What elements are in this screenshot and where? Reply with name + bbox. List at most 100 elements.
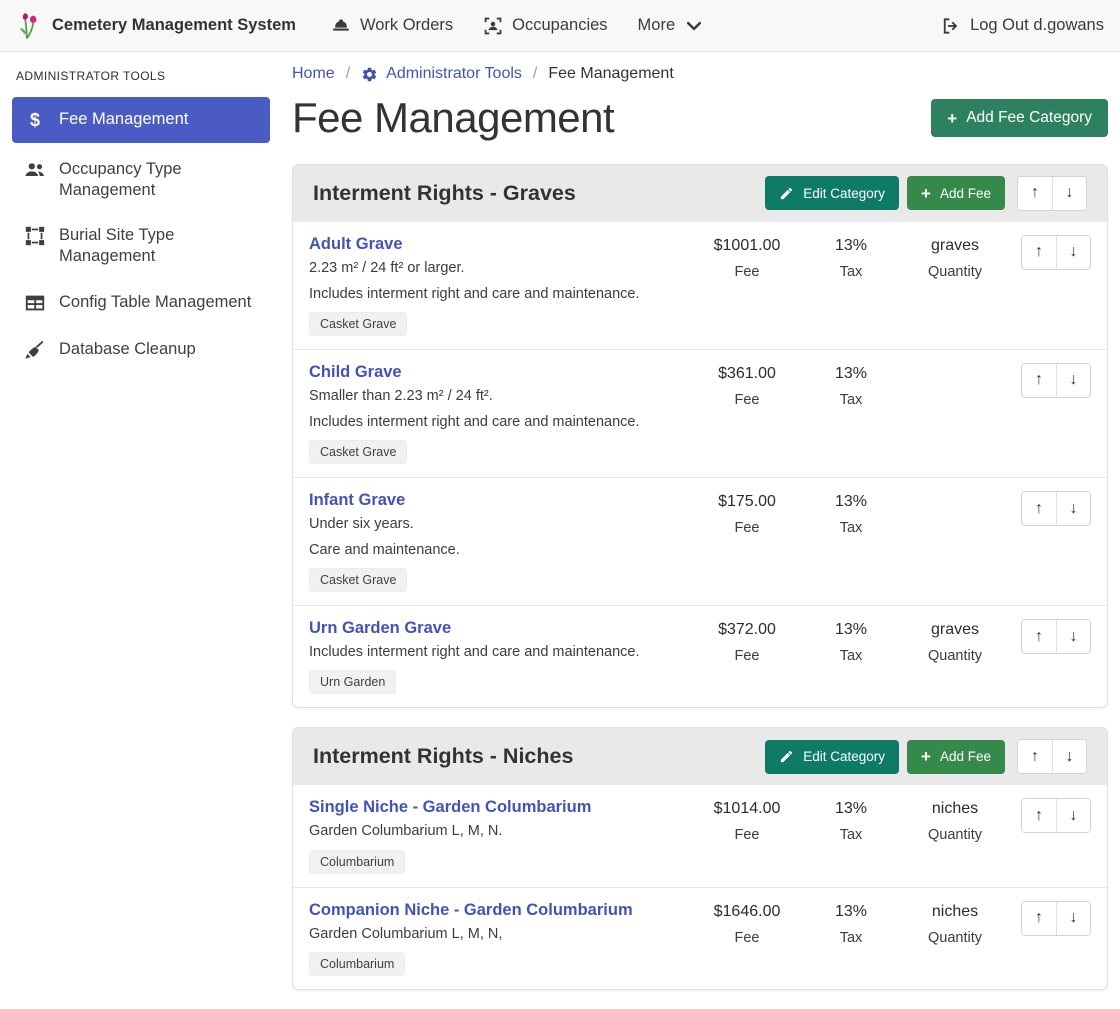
sidebar-item-fee-management[interactable]: $ Fee Management xyxy=(12,97,270,143)
category-title: Interment Rights - Graves xyxy=(313,181,757,206)
fee-tax-column: 13% Tax xyxy=(799,489,903,536)
fee-name-link[interactable]: Companion Niche - Garden Columbarium xyxy=(309,901,633,920)
chevron-down-icon xyxy=(684,16,704,36)
move-fee-down-button[interactable]: ↓ xyxy=(1056,799,1090,832)
category-title: Interment Rights - Niches xyxy=(313,744,757,769)
sidebar-menu: $ Fee Management Occupancy Type Manageme… xyxy=(12,97,270,370)
pencil-icon xyxy=(779,186,794,201)
fee-name-link[interactable]: Single Niche - Garden Columbarium xyxy=(309,798,591,817)
app-title: Cemetery Management System xyxy=(52,16,296,35)
fee-amount-label: Fee xyxy=(695,827,799,843)
fee-tax-value: 13% xyxy=(799,903,903,921)
add-fee-label: Add Fee xyxy=(940,186,991,201)
pencil-icon xyxy=(779,749,794,764)
fee-type-badge: Casket Grave xyxy=(309,568,407,592)
move-fee-down-button[interactable]: ↓ xyxy=(1056,364,1090,397)
app-brand[interactable]: Cemetery Management System xyxy=(16,11,296,41)
fee-amount-column: $372.00 Fee xyxy=(695,617,799,664)
category-fee-list: Adult Grave 2.23 m² / 24 ft² or larger. I… xyxy=(293,222,1107,708)
main-content: Home / Administrator Tools / Fee Managem… xyxy=(292,53,1108,1009)
broom-icon xyxy=(24,339,46,361)
fee-description: Garden Columbarium L, M, N, xyxy=(309,925,687,943)
fee-reorder-controls: ↑ ↓ xyxy=(1021,901,1091,936)
fee-type-badge: Urn Garden xyxy=(309,670,396,694)
fee-tax-value: 13% xyxy=(799,800,903,818)
sidebar-item-occupancy-type-management[interactable]: Occupancy Type Management xyxy=(12,150,270,209)
move-fee-down-button[interactable]: ↓ xyxy=(1056,902,1090,935)
add-fee-button[interactable]: + Add Fee xyxy=(907,176,1005,210)
fee-amount-label: Fee xyxy=(695,392,799,408)
add-fee-label: Add Fee xyxy=(940,749,991,764)
fee-name-link[interactable]: Infant Grave xyxy=(309,491,405,510)
breadcrumb-home-link[interactable]: Home xyxy=(292,65,335,83)
fee-type-badge: Casket Grave xyxy=(309,312,407,336)
fee-amount-value: $1001.00 xyxy=(695,237,799,255)
fee-name-link[interactable]: Urn Garden Grave xyxy=(309,619,451,638)
fee-description: Includes interment right and care and ma… xyxy=(309,285,687,303)
fee-description: Care and maintenance. xyxy=(309,541,687,559)
navbar-items: Work Orders Occupancies More xyxy=(318,8,717,44)
fee-tax-label: Tax xyxy=(799,648,903,664)
fee-reorder-controls: ↑ ↓ xyxy=(1021,798,1091,833)
fee-description: 2.23 m² / 24 ft² or larger. xyxy=(309,259,687,277)
fee-reorder-controls: ↑ ↓ xyxy=(1021,363,1091,398)
plus-icon: + xyxy=(947,110,957,127)
edit-category-button[interactable]: Edit Category xyxy=(765,740,899,774)
fee-description: Under six years. xyxy=(309,515,687,533)
add-fee-category-label: Add Fee Category xyxy=(966,109,1092,127)
fee-amount-value: $1014.00 xyxy=(695,800,799,818)
category-header: Interment Rights - Niches Edit Category … xyxy=(293,728,1107,785)
fee-description: Includes interment right and care and ma… xyxy=(309,643,687,661)
fee-quantity-label: Quantity xyxy=(903,930,1007,946)
move-fee-down-button[interactable]: ↓ xyxy=(1056,236,1090,269)
fee-amount-label: Fee xyxy=(695,648,799,664)
fee-tax-label: Tax xyxy=(799,930,903,946)
move-fee-up-button[interactable]: ↑ xyxy=(1022,902,1056,935)
move-category-down-button[interactable]: ↓ xyxy=(1052,177,1086,210)
sidebar-heading: ADMINISTRATOR TOOLS xyxy=(12,65,270,97)
edit-category-label: Edit Category xyxy=(803,749,885,764)
fee-description: Smaller than 2.23 m² / 24 ft². xyxy=(309,387,687,405)
move-category-down-button[interactable]: ↓ xyxy=(1052,740,1086,773)
tulip-logo-icon xyxy=(16,11,42,41)
add-fee-button[interactable]: + Add Fee xyxy=(907,740,1005,774)
sidebar-item-database-cleanup[interactable]: Database Cleanup xyxy=(12,330,270,370)
sidebar-item-config-table-management[interactable]: Config Table Management xyxy=(12,283,270,323)
top-navbar: Cemetery Management System Work Orders O… xyxy=(0,0,1120,52)
fee-type-badge: Columbarium xyxy=(309,850,405,874)
move-fee-up-button[interactable]: ↑ xyxy=(1022,492,1056,525)
sidebar: ADMINISTRATOR TOOLS $ Fee Management Occ… xyxy=(0,53,282,377)
frame-icon xyxy=(24,225,46,247)
sidebar-item-burial-site-type-management[interactable]: Burial Site Type Management xyxy=(12,216,270,275)
fee-amount-column: $175.00 Fee xyxy=(695,489,799,536)
fee-amount-value: $361.00 xyxy=(695,365,799,383)
edit-category-button[interactable]: Edit Category xyxy=(765,176,899,210)
move-fee-up-button[interactable]: ↑ xyxy=(1022,236,1056,269)
nav-item-work-orders[interactable]: Work Orders xyxy=(318,8,466,44)
fee-name-link[interactable]: Adult Grave xyxy=(309,235,403,254)
fee-row: Child Grave Smaller than 2.23 m² / 24 ft… xyxy=(293,350,1107,478)
nav-item-occupancies[interactable]: Occupancies xyxy=(470,8,620,44)
move-fee-up-button[interactable]: ↑ xyxy=(1022,799,1056,832)
nav-item-more[interactable]: More xyxy=(625,8,718,44)
move-fee-down-button[interactable]: ↓ xyxy=(1056,492,1090,525)
move-category-up-button[interactable]: ↑ xyxy=(1018,177,1052,210)
fee-amount-value: $175.00 xyxy=(695,493,799,511)
move-fee-up-button[interactable]: ↑ xyxy=(1022,620,1056,653)
fee-description: Garden Columbarium L, M, N. xyxy=(309,822,687,840)
move-fee-down-button[interactable]: ↓ xyxy=(1056,620,1090,653)
breadcrumb-separator: / xyxy=(533,65,537,83)
logout-button[interactable]: Log Out d.gowans xyxy=(928,8,1104,44)
add-fee-category-button[interactable]: + Add Fee Category xyxy=(931,99,1108,137)
move-category-up-button[interactable]: ↑ xyxy=(1018,740,1052,773)
fee-tax-value: 13% xyxy=(799,237,903,255)
fee-tax-column: 13% Tax xyxy=(799,617,903,664)
fee-reorder-controls: ↑ ↓ xyxy=(1021,235,1091,270)
breadcrumb-admin-tools-link[interactable]: Administrator Tools xyxy=(386,65,522,83)
hard-hat-icon xyxy=(331,16,351,36)
move-fee-up-button[interactable]: ↑ xyxy=(1022,364,1056,397)
fee-tax-value: 13% xyxy=(799,621,903,639)
fee-amount-label: Fee xyxy=(695,930,799,946)
category-reorder-controls: ↑ ↓ xyxy=(1017,176,1087,211)
fee-name-link[interactable]: Child Grave xyxy=(309,363,402,382)
